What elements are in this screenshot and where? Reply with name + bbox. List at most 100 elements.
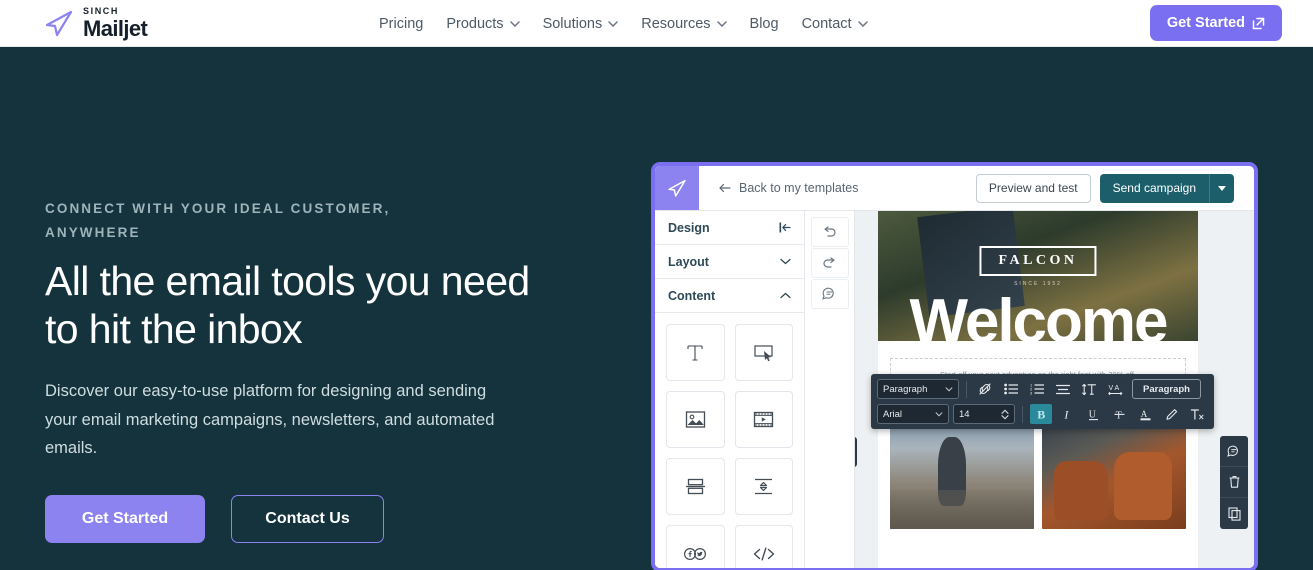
- panel-section-layout[interactable]: Layout: [655, 245, 804, 279]
- letter-spacing-button[interactable]: V A: [1104, 379, 1126, 399]
- chevron-down-icon: [945, 386, 953, 392]
- nav-item-blog[interactable]: Blog: [750, 16, 779, 32]
- split-rows-icon: [685, 477, 706, 496]
- panel-section-label: Layout: [668, 254, 709, 269]
- hero-subcopy: Discover our easy-to-use platform for de…: [45, 382, 495, 457]
- duplicate-copy-icon: [1227, 506, 1241, 521]
- hero-section: CONNECT WITH YOUR IDEAL CUSTOMER, ANYWHE…: [0, 47, 1313, 570]
- align-button[interactable]: [1052, 379, 1074, 399]
- text-color-button[interactable]: A: [1134, 404, 1156, 424]
- text-T-icon: [685, 343, 705, 363]
- html-tool[interactable]: [734, 525, 793, 568]
- strikethrough-icon: T: [1113, 408, 1126, 421]
- section-tool[interactable]: [666, 458, 725, 515]
- font-size-stepper[interactable]: 14: [953, 404, 1015, 424]
- highlight-button[interactable]: [1160, 404, 1182, 424]
- hero-button-group: Get Started Contact Us: [45, 495, 605, 544]
- chevron-down-icon: [780, 258, 791, 265]
- bullet-list-button[interactable]: [1000, 379, 1022, 399]
- nav-item-products[interactable]: Products: [446, 16, 520, 32]
- unlink-button[interactable]: [974, 379, 996, 399]
- nav-item-label: Solutions: [542, 15, 603, 32]
- chevron-down-icon: [935, 411, 943, 417]
- editor-action-rail: [805, 211, 855, 568]
- editor-header: Back to my templates Preview and test Se…: [655, 166, 1254, 211]
- line-height-button[interactable]: [1078, 379, 1100, 399]
- svg-text:V: V: [1108, 385, 1113, 392]
- social-networks-icon: [683, 547, 707, 561]
- spacer-tool[interactable]: [734, 458, 793, 515]
- brand-sinch-text: SINCH: [83, 5, 120, 16]
- back-to-templates-link[interactable]: Back to my templates: [719, 166, 859, 210]
- get-started-nav-button[interactable]: Get Started: [1149, 5, 1282, 41]
- email-logo: FALCON: [979, 246, 1097, 276]
- chevron-down-icon: [608, 20, 618, 27]
- chevron-up-icon: [780, 292, 791, 299]
- nav-item-label: Resources: [641, 15, 711, 32]
- content-tool-grid: [655, 313, 804, 568]
- comment-button[interactable]: [810, 279, 849, 309]
- block-duplicate-button[interactable]: [1220, 498, 1248, 529]
- font-size-value: 14: [959, 408, 970, 420]
- image-tool[interactable]: [666, 391, 725, 448]
- back-to-templates-label: Back to my templates: [739, 181, 859, 195]
- button-tool[interactable]: [734, 324, 793, 381]
- hero-eyebrow: CONNECT WITH YOUR IDEAL CUSTOMER, ANYWHE…: [45, 201, 391, 240]
- rich-text-toolbar: Paragraph 1 2 3 V A Paragraph Arial 14 B…: [871, 374, 1214, 429]
- email-editor-app-mockup: Back to my templates Preview and test Se…: [651, 162, 1258, 570]
- video-film-icon: [753, 410, 774, 429]
- paper-plane-icon: [44, 8, 74, 38]
- edit-block-button[interactable]: [855, 437, 857, 467]
- strikethrough-button[interactable]: T: [1108, 404, 1130, 424]
- underline-U-icon: U: [1087, 408, 1100, 421]
- undo-arrow-icon: [822, 225, 837, 239]
- header-spacer: [859, 166, 976, 210]
- send-campaign-caret-button[interactable]: [1209, 173, 1234, 203]
- svg-text:B: B: [1037, 408, 1045, 421]
- hero-get-started-button[interactable]: Get Started: [45, 495, 205, 544]
- italic-I-icon: I: [1061, 408, 1074, 421]
- undo-button[interactable]: [810, 217, 849, 247]
- editor-side-panel: Design Layout Content: [655, 211, 805, 568]
- hero-copy-block: CONNECT WITH YOUR IDEAL CUSTOMER, ANYWHE…: [45, 197, 605, 544]
- hero-contact-us-button[interactable]: Contact Us: [231, 495, 384, 544]
- editor-header-actions: Preview and test Send campaign: [975, 166, 1234, 210]
- nav-item-resources[interactable]: Resources: [641, 15, 727, 32]
- numbered-list-button[interactable]: 1 2 3: [1026, 379, 1048, 399]
- arrow-left-icon: [719, 183, 731, 193]
- panel-section-design[interactable]: Design: [655, 211, 804, 245]
- rocks-foreground: [890, 490, 1034, 529]
- panel-section-content[interactable]: Content: [655, 279, 804, 313]
- vertical-spacing-icon: [753, 477, 774, 496]
- nav-item-contact[interactable]: Contact: [802, 16, 868, 32]
- brand-logo[interactable]: SINCH Mailjet: [44, 5, 148, 40]
- font-family-select[interactable]: Arial: [877, 404, 949, 424]
- block-delete-button[interactable]: [1220, 467, 1248, 498]
- nav-item-solutions[interactable]: Solutions: [543, 16, 619, 32]
- svg-text:T: T: [1115, 410, 1121, 421]
- bold-button[interactable]: B: [1030, 404, 1052, 424]
- nav-item-pricing[interactable]: Pricing: [379, 16, 423, 32]
- editor-logo[interactable]: [655, 166, 699, 210]
- photo-hiker[interactable]: [890, 416, 1034, 529]
- redo-button[interactable]: [810, 248, 849, 278]
- clear-format-button[interactable]: [1186, 404, 1208, 424]
- paragraph-tag-badge[interactable]: Paragraph: [1132, 379, 1201, 399]
- svg-text:3: 3: [1030, 391, 1033, 395]
- underline-button[interactable]: U: [1082, 404, 1104, 424]
- text-tool[interactable]: [666, 324, 725, 381]
- send-campaign-button[interactable]: Send campaign: [1099, 173, 1209, 203]
- video-tool[interactable]: [734, 391, 793, 448]
- trash-can-icon: [1228, 475, 1241, 489]
- preview-and-test-button[interactable]: Preview and test: [975, 173, 1091, 203]
- social-tool[interactable]: [666, 525, 725, 568]
- paragraph-style-select[interactable]: Paragraph: [877, 379, 959, 399]
- italic-button[interactable]: I: [1056, 404, 1078, 424]
- photo-boots[interactable]: [1042, 416, 1186, 529]
- email-canvas: FALCON SINCE 1952 Welcome Start off your…: [855, 211, 1254, 568]
- nav-item-label: Contact: [801, 15, 852, 32]
- rte-row-1: Paragraph 1 2 3 V A Paragraph: [877, 379, 1208, 399]
- paragraph-style-value: Paragraph: [883, 383, 928, 395]
- block-comment-button[interactable]: [1220, 436, 1248, 467]
- get-started-nav-label: Get Started: [1166, 15, 1245, 31]
